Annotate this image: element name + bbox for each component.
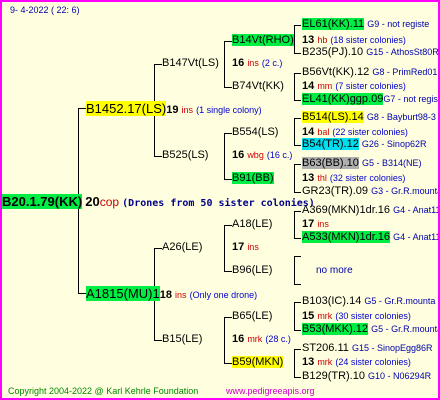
queen-gen4-14[interactable]: B53(MKK).12 G5 - Gr.R.mounta: [302, 323, 438, 336]
copyright-text: Copyright 2004-2022 @ Karl Kehrle Founda…: [8, 386, 199, 396]
website-link[interactable]: www.pedigreeapis.org: [226, 385, 315, 398]
queen-gen4-15[interactable]: ST206.11 G15 - SinopEgg86R: [302, 342, 433, 355]
gen2-1-info: 16 ins (2 c.): [232, 57, 283, 69]
gen3-7-info: 15 mrk (30 sister colonies): [302, 310, 411, 322]
gen2-4-info: 16 mrk (28 c.): [232, 333, 291, 345]
queen-gen4-13[interactable]: B103(IC).14 G5 - Gr.R.mounta: [302, 295, 435, 308]
queen-gen4-9[interactable]: A369(MKN)1dr.16 G4 - Anat11Q: [302, 204, 438, 217]
queen-root[interactable]: B20.1.79(KK) 20cop (Drones from 50 siste…: [2, 194, 315, 210]
pedigree-frame: 9- 4-2022 ( 22: 6) B20.1.79(KK) 20cop (D…: [0, 0, 440, 400]
queen-gen3-1[interactable]: B14Vt(RHO): [232, 34, 294, 47]
queen-gen3-8[interactable]: B59(MKN): [232, 356, 284, 369]
queen-gen3-3[interactable]: B554(LS): [232, 126, 278, 139]
gen3-5-info: 17 ins: [302, 218, 329, 230]
unknown-queen-label: no more: [316, 265, 353, 276]
queen-gen2-4[interactable]: B15(LE): [162, 333, 202, 346]
gen2-3-info: 17 ins: [232, 241, 259, 253]
queen-gen4-7[interactable]: B63(BB).10 G5 - B314(NE): [302, 157, 421, 170]
queen-gen3-5[interactable]: A18(LE): [232, 218, 272, 231]
queen-gen4-6[interactable]: B54(TR).12 G26 - Sinop62R: [302, 138, 426, 151]
queen-gen3-4[interactable]: B91(BB): [232, 172, 274, 185]
gen3-8-info: 13 mrk (24 sister colonies): [302, 356, 411, 368]
gen3-4-info: 13 thl (32 sister colonies): [302, 172, 406, 184]
queen-gen4-8[interactable]: GR23(TR).09 G3 - Gr.R.mounta: [302, 185, 438, 198]
gen3-2-info: 14 mm (7 sister colonies): [302, 80, 406, 92]
gen2-2-info: 16 wbg (16 c.): [232, 149, 293, 161]
queen-gen2-2[interactable]: B525(LS): [162, 149, 208, 162]
queen-gen4-5[interactable]: B514(LS).14 G8 - Bayburt98-3: [302, 111, 436, 124]
queen-gen4-10[interactable]: A533(MKN)1dr.16 G4 - Anat11Q: [302, 231, 438, 244]
queen-gen1-sire[interactable]: B1452.17(LS)19 ins (1 single colony): [86, 101, 262, 117]
queen-gen4-4[interactable]: EL41(KK)ggp.09G7 - not registe: [302, 93, 438, 106]
queen-gen3-7[interactable]: B65(LE): [232, 310, 272, 323]
queen-gen1-dam[interactable]: A1815(MU)118 ins (Only one drone): [86, 286, 257, 302]
queen-gen4-16[interactable]: B129(TR).10 G10 - N06294R: [302, 370, 431, 383]
queen-gen4-3[interactable]: B56Vt(KK).12 G8 - PrimRed01: [302, 66, 437, 79]
header-date: 9- 4-2022 ( 22: 6): [10, 5, 80, 15]
queen-gen4-2[interactable]: B235(PJ).10 G15 - AthosSt80R: [302, 46, 438, 59]
queen-gen3-2[interactable]: B74Vt(KK): [232, 80, 284, 93]
queen-gen2-3[interactable]: A26(LE): [162, 241, 202, 254]
queen-gen4-1[interactable]: EL61(KK).11 G9 - not registe: [302, 18, 429, 31]
queen-gen3-6[interactable]: B96(LE): [232, 264, 272, 277]
queen-gen2-1[interactable]: B147Vt(LS): [162, 57, 219, 70]
